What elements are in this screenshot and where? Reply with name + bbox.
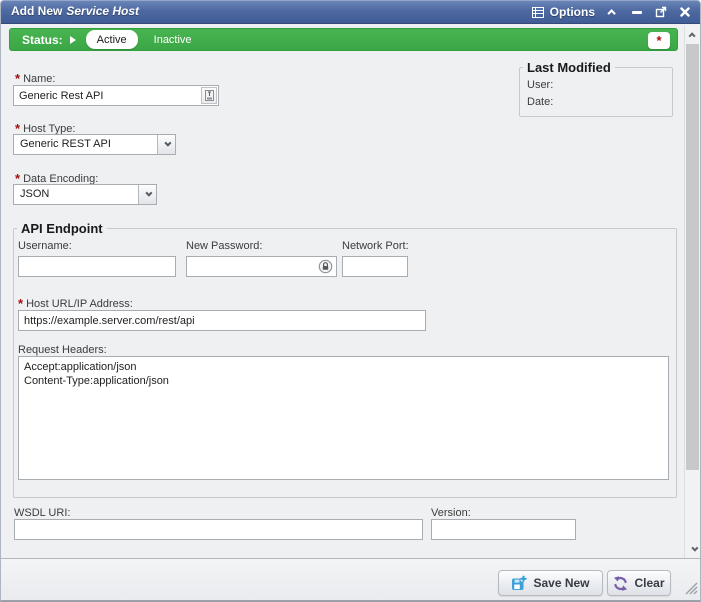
last-modified-user-label: User: — [527, 79, 553, 91]
window-title: Add New Service Host — [11, 0, 139, 23]
status-bar: Status: Active Inactive * — [9, 28, 678, 51]
name-field-wrap — [13, 85, 219, 106]
triangle-right-icon — [70, 36, 80, 44]
minus-icon — [632, 11, 642, 14]
chevron-down-icon — [164, 140, 171, 147]
host-type-value: Generic REST API — [20, 135, 111, 154]
open-in-new-icon — [655, 6, 667, 18]
required-indicator-button[interactable]: * — [648, 32, 670, 49]
data-encoding-value: JSON — [20, 185, 49, 204]
last-modified-title: Last Modified — [523, 60, 615, 75]
chevron-down-icon — [145, 190, 152, 197]
clear-label: Clear — [634, 576, 664, 590]
options-label: Options — [550, 5, 595, 19]
window-title-prefix: Add New — [11, 4, 62, 18]
save-new-label: Save New — [533, 576, 589, 590]
new-password-field-wrap — [186, 256, 337, 277]
api-endpoint-title: API Endpoint — [17, 221, 107, 236]
resize-grip-icon — [685, 582, 698, 595]
wsdl-uri-label: WSDL URI: — [14, 507, 70, 519]
status-option-inactive[interactable]: Inactive — [154, 34, 192, 46]
text-helper-button[interactable] — [201, 87, 217, 104]
close-button[interactable] — [678, 5, 691, 19]
status-label: Status: — [22, 33, 63, 47]
request-headers-label: Request Headers: — [18, 344, 107, 356]
collapse-button[interactable] — [606, 5, 619, 19]
network-port-input[interactable] — [342, 256, 408, 277]
text-box-icon — [205, 90, 214, 101]
add-service-host-dialog: Add New Service Host Options Status: Acti… — [0, 0, 701, 602]
password-lock-icon — [317, 258, 334, 275]
scrollbar-thumb[interactable] — [686, 44, 699, 470]
username-input[interactable] — [18, 256, 176, 277]
save-disk-plus-icon — [511, 575, 527, 591]
clear-button[interactable]: Clear — [607, 570, 671, 596]
scroll-down-button[interactable] — [685, 541, 701, 558]
footer-bar: Save New Clear — [1, 558, 700, 600]
new-password-label: New Password: — [186, 240, 262, 252]
request-headers-textarea[interactable]: Accept:application/json Content-Type:app… — [18, 356, 669, 480]
vertical-scrollbar[interactable] — [684, 26, 700, 558]
window-title-emphasis: Service Host — [66, 4, 139, 18]
network-port-label: Network Port: — [342, 240, 409, 252]
data-encoding-select[interactable]: JSON — [13, 184, 157, 205]
title-bar: Add New Service Host Options — [0, 0, 701, 24]
dropdown-button[interactable] — [157, 135, 175, 154]
host-type-select[interactable]: Generic REST API — [13, 134, 176, 155]
chevron-up-icon — [688, 32, 695, 39]
host-url-input[interactable] — [18, 310, 426, 331]
name-input[interactable] — [13, 85, 219, 106]
scroll-up-button[interactable] — [685, 26, 701, 43]
new-password-input[interactable] — [186, 256, 337, 277]
asterisk-icon: * — [656, 36, 661, 46]
chevron-up-icon — [607, 9, 615, 17]
version-input[interactable] — [431, 519, 576, 540]
close-icon — [680, 7, 690, 17]
name-label: *Name: — [15, 71, 55, 86]
minimize-button[interactable] — [630, 5, 643, 19]
dropdown-button[interactable] — [138, 185, 156, 204]
status-option-active[interactable]: Active — [86, 30, 138, 49]
wsdl-uri-input[interactable] — [14, 519, 423, 540]
options-icon — [532, 5, 545, 19]
required-icon: * — [18, 296, 23, 311]
chevron-down-icon — [691, 545, 698, 552]
resize-grip[interactable] — [685, 582, 698, 598]
window-controls: Options — [532, 0, 691, 24]
options-button[interactable]: Options — [532, 5, 595, 19]
last-modified-date-label: Date: — [527, 96, 553, 108]
version-label: Version: — [431, 507, 471, 519]
popout-button[interactable] — [654, 5, 667, 19]
host-url-label: *Host URL/IP Address: — [18, 296, 133, 311]
save-new-button[interactable]: Save New — [498, 570, 603, 596]
refresh-icon — [613, 576, 628, 591]
username-label: Username: — [18, 240, 72, 252]
required-icon: * — [15, 71, 20, 86]
